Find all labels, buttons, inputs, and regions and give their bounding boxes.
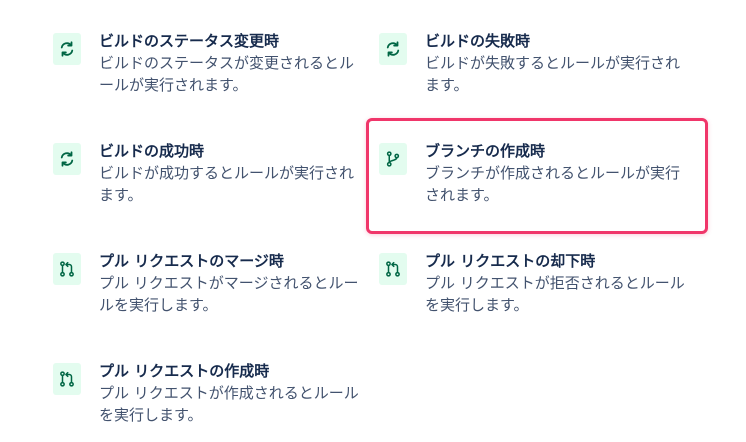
trigger-description: ビルドが失敗するとルールが実行されます。 xyxy=(425,54,681,94)
trigger-title: ビルドのステータス変更時 xyxy=(99,32,280,50)
refresh-icon xyxy=(53,143,81,175)
trigger-description: プル リクエストが作成されるとルールを実行します。 xyxy=(99,384,359,424)
pull-request-icon xyxy=(379,253,407,285)
trigger-title: ブランチの作成時 xyxy=(425,142,546,160)
trigger-title: プル リクエストの却下時 xyxy=(425,252,596,270)
trigger-title: ビルドの失敗時 xyxy=(425,32,531,50)
trigger-title: プル リクエストのマージ時 xyxy=(99,252,284,270)
trigger-description: ブランチが作成されるとルールが実行されます。 xyxy=(425,164,681,204)
branch-icon xyxy=(379,143,407,175)
trigger-description: プル リクエストが拒否されるとルールを実行します。 xyxy=(425,274,685,314)
trigger-description: ビルドのステータスが変更されるとルールが実行されます。 xyxy=(99,54,355,94)
trigger-description: ビルドが成功するとルールが実行されます。 xyxy=(99,164,355,204)
pull-request-icon xyxy=(53,363,81,395)
trigger-title: プル リクエストの作成時 xyxy=(99,362,270,380)
pull-request-icon xyxy=(53,253,81,285)
refresh-icon xyxy=(53,33,81,65)
trigger-description: プル リクエストがマージされるとルールを実行します。 xyxy=(99,274,359,314)
refresh-icon xyxy=(379,33,407,65)
trigger-title: ビルドの成功時 xyxy=(99,142,205,160)
